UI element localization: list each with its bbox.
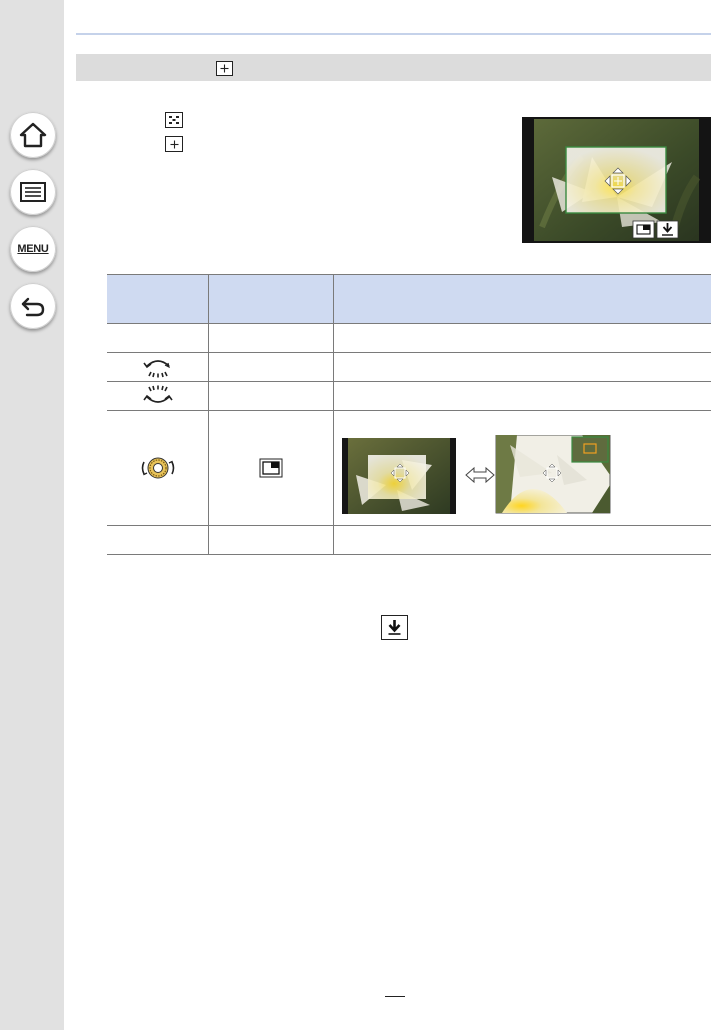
table-row (107, 525, 711, 555)
page-number-underline (385, 996, 405, 997)
list-icon (20, 182, 46, 202)
table-cell (107, 381, 209, 411)
picture-in-picture-icon (259, 458, 283, 478)
table-cell (333, 381, 711, 411)
table-cell (333, 525, 711, 555)
double-arrow-icon (465, 466, 495, 484)
menu-label: MENU (17, 243, 49, 255)
save-download-icon (381, 615, 408, 640)
display-toggle-illustration (342, 435, 611, 514)
table-cell (107, 323, 209, 353)
table-cell (333, 323, 711, 353)
table-header-cell (208, 274, 334, 324)
table-cell (107, 410, 209, 526)
table-row (107, 381, 711, 411)
plus-frame-icon (165, 136, 183, 152)
table-row (107, 352, 711, 382)
flower-photo (522, 117, 711, 243)
contents-button[interactable] (10, 169, 56, 215)
operations-table (107, 274, 711, 555)
camera-screen-illustration (522, 117, 711, 243)
table-cell (208, 381, 334, 411)
table-cell (333, 410, 711, 526)
table-cell (208, 323, 334, 353)
table-cell (107, 525, 209, 555)
af-area-icon (165, 112, 183, 128)
table-row (107, 323, 711, 353)
after-image (495, 435, 611, 514)
table-header-row (107, 274, 711, 324)
rear-dial-right-icon (142, 385, 173, 403)
back-arrow-icon (21, 297, 45, 317)
table-cell (208, 352, 334, 382)
before-image (342, 438, 456, 514)
control-dial-icon (141, 457, 174, 479)
sidebar: MENU (0, 0, 64, 1030)
table-cell (208, 410, 334, 526)
section-heading-bar (76, 54, 711, 81)
home-icon (19, 122, 47, 148)
table-cell (208, 525, 334, 555)
back-button[interactable] (10, 283, 56, 329)
header-rule (76, 33, 711, 35)
menu-button[interactable]: MENU (10, 226, 56, 272)
table-cell (107, 352, 209, 382)
plus-frame-icon (216, 61, 233, 76)
table-header-cell (107, 274, 209, 324)
home-button[interactable] (10, 112, 56, 158)
rear-dial-left-icon (142, 360, 170, 378)
table-row (107, 410, 711, 526)
table-header-cell (333, 274, 711, 324)
table-cell (333, 352, 711, 382)
